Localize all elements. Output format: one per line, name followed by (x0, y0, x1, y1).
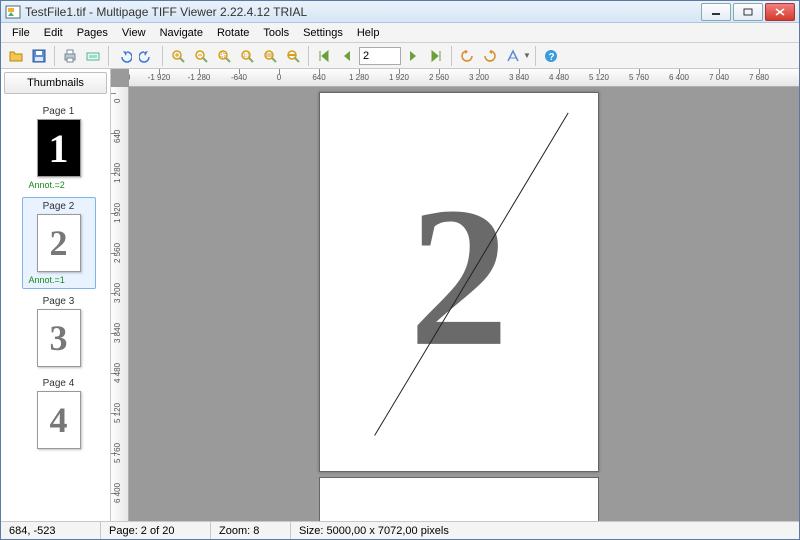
vertical-ruler: 06401 2801 9202 5603 2003 8404 4805 1205… (111, 87, 129, 521)
thumbnail-image: 2 (37, 214, 81, 272)
thumbnail-panel: Thumbnails Page 1 1 Annot.=2 Page 2 2 Annot.=… (1, 69, 111, 521)
zoom-width-button[interactable] (282, 45, 304, 67)
separator (308, 46, 309, 66)
page-view-next[interactable] (319, 477, 599, 521)
undo-button[interactable] (113, 45, 135, 67)
thumbnail-image: 1 (37, 119, 81, 177)
toolbar: 1:1 ▼ ? (1, 43, 799, 69)
app-icon (5, 4, 21, 20)
zoom-100-button[interactable]: 1:1 (236, 45, 258, 67)
zoom-out-button[interactable] (190, 45, 212, 67)
page-view[interactable]: 2 (319, 92, 599, 472)
annotations-button[interactable] (502, 45, 524, 67)
menu-settings[interactable]: Settings (296, 25, 350, 41)
menu-file[interactable]: File (5, 25, 37, 41)
thumbnails-header[interactable]: Thumbnails (4, 72, 107, 94)
svg-text:?: ? (548, 52, 554, 63)
thumbnail-page-4[interactable]: Page 4 4 (22, 374, 96, 453)
menu-help[interactable]: Help (350, 25, 387, 41)
next-page-button[interactable] (402, 45, 424, 67)
statusbar: 684, -523 Page: 2 of 20 Zoom: 8 Size: 50… (1, 521, 799, 539)
menubar: File Edit Pages View Navigate Rotate Too… (1, 23, 799, 43)
canvas[interactable]: 2 (129, 87, 799, 521)
rotate-right-button[interactable] (479, 45, 501, 67)
thumbnail-annot: Annot.=2 (25, 180, 93, 190)
menu-navigate[interactable]: Navigate (153, 25, 210, 41)
thumbnail-page-3[interactable]: Page 3 3 (22, 292, 96, 371)
zoom-region-button[interactable] (213, 45, 235, 67)
window-title: TestFile1.tif - Multipage TIFF Viewer 2.… (25, 5, 701, 19)
thumbnail-image: 4 (37, 391, 81, 449)
thumbnail-label: Page 1 (25, 106, 93, 117)
menu-view[interactable]: View (115, 25, 153, 41)
help-button[interactable]: ? (540, 45, 562, 67)
separator (162, 46, 163, 66)
close-button[interactable] (765, 3, 795, 21)
separator (451, 46, 452, 66)
open-button[interactable] (5, 45, 27, 67)
save-button[interactable] (28, 45, 50, 67)
separator (108, 46, 109, 66)
rotate-left-button[interactable] (456, 45, 478, 67)
horizontal-ruler: -2 560-1 920-1 280-64006401 2801 9202 56… (129, 69, 799, 87)
last-page-button[interactable] (425, 45, 447, 67)
menu-pages[interactable]: Pages (70, 25, 115, 41)
menu-tools[interactable]: Tools (256, 25, 296, 41)
separator (535, 46, 536, 66)
separator (54, 46, 55, 66)
menu-edit[interactable]: Edit (37, 25, 70, 41)
thumbnail-label: Page 4 (25, 378, 93, 389)
status-zoom: Zoom: 8 (211, 522, 291, 539)
minimize-button[interactable] (701, 3, 731, 21)
svg-text:1:1: 1:1 (243, 53, 250, 59)
viewer: -2 560-1 920-1 280-64006401 2801 9202 56… (111, 69, 799, 521)
status-page: Page: 2 of 20 (101, 522, 211, 539)
first-page-button[interactable] (313, 45, 335, 67)
menu-rotate[interactable]: Rotate (210, 25, 256, 41)
maximize-button[interactable] (733, 3, 763, 21)
thumbnail-list[interactable]: Page 11Annot.=2Page 22Annot.=1Page 33Pag… (1, 97, 110, 521)
thumbnail-page-2[interactable]: Page 2 2 Annot.=1 (22, 197, 96, 289)
annotation-line (320, 93, 598, 470)
status-size: Size: 5000,00 x 7072,00 pixels (291, 522, 799, 539)
zoom-in-button[interactable] (167, 45, 189, 67)
thumbnail-image: 3 (37, 309, 81, 367)
print-button[interactable] (59, 45, 81, 67)
thumbnail-page-1[interactable]: Page 1 1 Annot.=2 (22, 102, 96, 194)
thumbnail-label: Page 2 (25, 201, 93, 212)
page-input[interactable] (359, 47, 401, 65)
thumbnail-annot: Annot.=1 (25, 275, 93, 285)
thumbnail-label: Page 3 (25, 296, 93, 307)
scan-button[interactable] (82, 45, 104, 67)
prev-page-button[interactable] (336, 45, 358, 67)
status-coords: 684, -523 (1, 522, 101, 539)
redo-button[interactable] (136, 45, 158, 67)
titlebar: TestFile1.tif - Multipage TIFF Viewer 2.… (1, 1, 799, 23)
zoom-fit-button[interactable] (259, 45, 281, 67)
